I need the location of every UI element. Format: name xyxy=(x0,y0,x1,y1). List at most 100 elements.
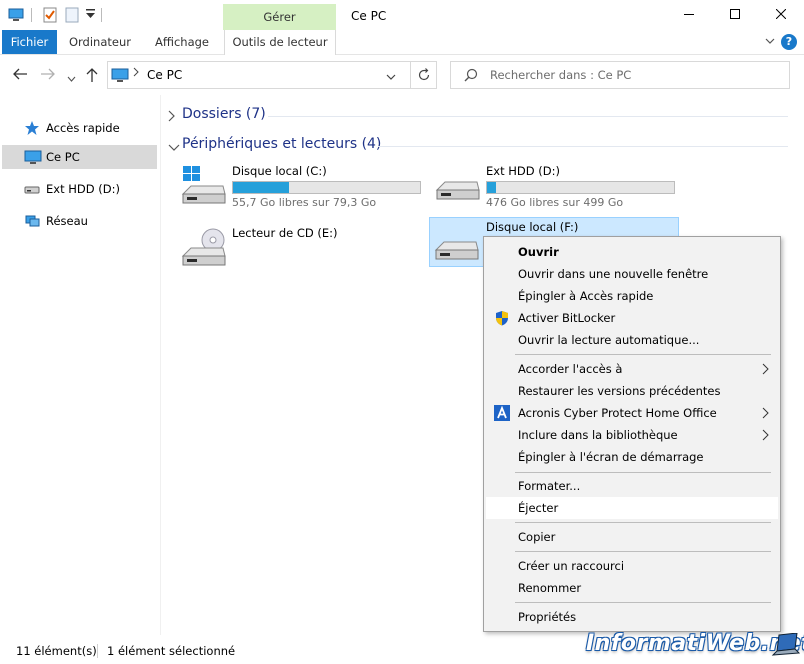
sidebar-item-label: Ce PC xyxy=(46,150,80,164)
drive-name: Ext HDD (D:) xyxy=(486,164,560,178)
quick-access-separator xyxy=(101,8,102,22)
breadcrumb-chevron-icon[interactable] xyxy=(133,67,139,80)
menu-item-ouvrir[interactable]: Ouvrir xyxy=(486,241,778,263)
group-dossiers[interactable]: Dossiers (7) xyxy=(168,106,788,126)
star-icon xyxy=(24,120,40,139)
menu-item-epingler-acces-rapide[interactable]: Épingler à Accès rapide xyxy=(486,285,778,307)
menu-item-label: Épingler à l'écran de démarrage xyxy=(518,450,704,464)
properties-icon[interactable] xyxy=(42,7,58,23)
up-arrow-icon[interactable] xyxy=(85,67,99,86)
menu-item-label: Accorder l'accès à xyxy=(518,362,623,376)
menu-item-epingler-demarrage[interactable]: Épingler à l'écran de démarrage xyxy=(486,446,778,468)
minimize-button[interactable] xyxy=(666,0,712,30)
menu-item-renommer[interactable]: Renommer xyxy=(486,577,778,599)
group-heading: Périphériques et lecteurs (4) xyxy=(182,136,382,152)
submenu-arrow-icon xyxy=(762,407,769,422)
forward-arrow-icon[interactable] xyxy=(40,67,56,84)
pane-divider xyxy=(160,95,161,635)
group-heading: Dossiers (7) xyxy=(182,106,266,122)
sidebar-item-label: Réseau xyxy=(46,214,88,228)
menu-item-label: Éjecter xyxy=(518,501,559,515)
menu-item-ouvrir-nouvelle-fenetre[interactable]: Ouvrir dans une nouvelle fenêtre xyxy=(486,263,778,285)
laptop-icon xyxy=(771,632,801,664)
drive-name: Disque local (F:) xyxy=(486,220,579,234)
menu-separator xyxy=(515,354,771,355)
computer-icon xyxy=(111,67,129,86)
new-folder-icon[interactable] xyxy=(64,7,80,23)
maximize-button[interactable] xyxy=(712,0,758,30)
menu-item-label: Inclure dans la bibliothèque xyxy=(518,428,678,442)
expand-ribbon-icon[interactable] xyxy=(764,35,776,50)
drive-item-d[interactable]: Ext HDD (D:) 476 Go libres sur 499 Go xyxy=(431,162,681,212)
menu-item-activer-bitlocker[interactable]: Activer BitLocker xyxy=(486,307,778,329)
back-arrow-icon[interactable] xyxy=(12,67,28,84)
help-icon[interactable]: ? xyxy=(781,34,797,50)
maximize-icon xyxy=(730,8,740,22)
acronis-icon xyxy=(494,405,510,421)
chevron-down-icon xyxy=(168,141,180,155)
drive-free-space: 55,7 Go libres sur 79,3 Go xyxy=(232,196,377,209)
menu-item-label: Formater... xyxy=(518,479,581,493)
cd-drive-icon xyxy=(181,228,229,268)
refresh-button[interactable] xyxy=(410,62,437,88)
search-icon xyxy=(464,68,478,85)
refresh-icon xyxy=(418,68,430,81)
drive-item-c[interactable]: Disque local (C:) 55,7 Go libres sur 79,… xyxy=(177,162,427,212)
group-divider xyxy=(378,146,788,147)
menu-item-proprietes[interactable]: Propriétés xyxy=(486,606,778,628)
manage-tab[interactable]: Gérer xyxy=(223,4,336,31)
menu-separator xyxy=(515,522,771,523)
chevron-right-icon xyxy=(168,110,176,125)
computer-icon xyxy=(24,149,42,168)
menu-item-label: Activer BitLocker xyxy=(518,311,616,325)
menu-item-accorder-acces[interactable]: Accorder l'accès à xyxy=(486,358,778,380)
navigation-pane: Accès rapide Ce PC Ext HDD (D:) Réseau xyxy=(0,108,160,633)
menu-item-copier[interactable]: Copier xyxy=(486,526,778,548)
breadcrumb[interactable]: Ce PC xyxy=(147,68,182,82)
menu-item-label: Propriétés xyxy=(518,610,577,624)
sidebar-item-acces-rapide[interactable]: Accès rapide xyxy=(2,116,157,140)
menu-item-label: Copier xyxy=(518,530,556,544)
drive-name: Lecteur de CD (E:) xyxy=(232,226,338,240)
title-bar: Gérer Ce PC xyxy=(0,0,804,31)
menu-item-label: Ouvrir la lecture automatique... xyxy=(518,333,700,347)
group-divider xyxy=(268,116,788,117)
submenu-arrow-icon xyxy=(762,429,769,444)
menu-item-restaurer-versions[interactable]: Restaurer les versions précédentes xyxy=(486,380,778,402)
context-menu: Ouvrir Ouvrir dans une nouvelle fenêtre … xyxy=(483,236,781,632)
sidebar-item-reseau[interactable]: Réseau xyxy=(2,209,157,233)
address-dropdown-icon[interactable] xyxy=(386,70,396,84)
sidebar-item-ce-pc[interactable]: Ce PC xyxy=(2,145,157,169)
close-button[interactable] xyxy=(758,0,804,30)
network-icon xyxy=(24,213,40,232)
menu-item-label: Renommer xyxy=(518,581,582,595)
customize-toolbar-icon[interactable] xyxy=(86,9,102,25)
window-title: Ce PC xyxy=(351,9,387,23)
menu-item-ejecter[interactable]: Éjecter xyxy=(486,497,778,519)
drive-name: Disque local (C:) xyxy=(232,164,327,178)
sidebar-item-ext-hdd[interactable]: Ext HDD (D:) xyxy=(2,177,157,201)
search-input[interactable]: Rechercher dans : Ce PC xyxy=(450,61,790,89)
minimize-icon xyxy=(684,8,694,22)
tab-ordinateur[interactable]: Ordinateur xyxy=(62,30,138,54)
menu-item-acronis[interactable]: Acronis Cyber Protect Home Office xyxy=(486,402,778,424)
menu-item-label: Ouvrir xyxy=(518,245,559,259)
group-peripheriques[interactable]: Périphériques et lecteurs (4) xyxy=(168,136,788,156)
computer-icon[interactable] xyxy=(8,7,24,23)
menu-item-label: Restaurer les versions précédentes xyxy=(518,384,721,398)
drive-usage-fill xyxy=(233,182,290,193)
address-bar[interactable]: Ce PC xyxy=(107,61,437,89)
tab-affichage[interactable]: Affichage xyxy=(148,30,216,54)
drive-usage-bar xyxy=(232,181,421,194)
drive-item-e[interactable]: Lecteur de CD (E:) xyxy=(177,224,427,274)
tab-fichier[interactable]: Fichier xyxy=(2,30,57,54)
menu-item-inclure-bibliotheque[interactable]: Inclure dans la bibliothèque xyxy=(486,424,778,446)
menu-item-formater[interactable]: Formater... xyxy=(486,475,778,497)
close-icon xyxy=(775,8,787,22)
tab-outils-de-lecteur[interactable]: Outils de lecteur xyxy=(224,30,336,55)
item-count: 11 élément(s) xyxy=(16,644,97,658)
selection-count: 1 élément sélectionné xyxy=(107,644,236,658)
menu-item-creer-raccourci[interactable]: Créer un raccourci xyxy=(486,555,778,577)
menu-item-lecture-automatique[interactable]: Ouvrir la lecture automatique... xyxy=(486,329,778,351)
recent-locations-icon[interactable] xyxy=(67,71,76,85)
